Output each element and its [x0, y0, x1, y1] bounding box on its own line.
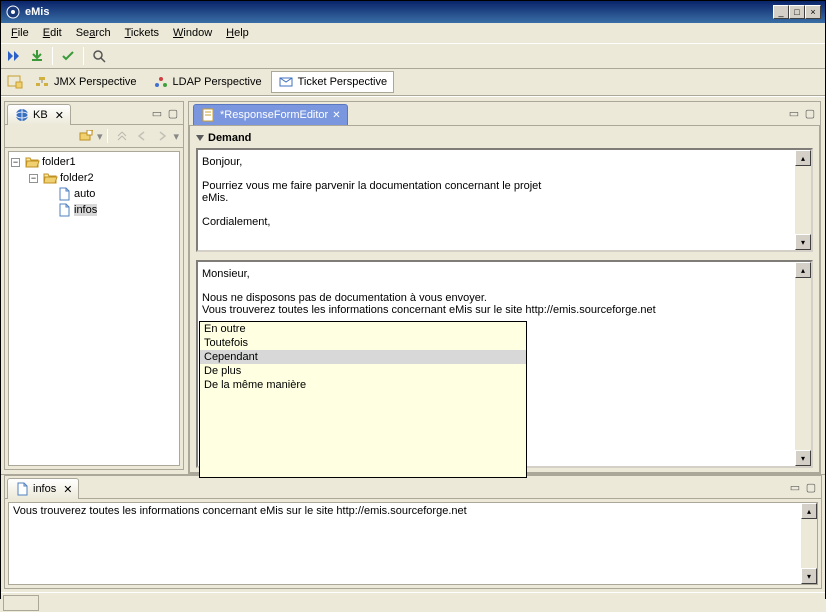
check-icon[interactable] [58, 46, 78, 66]
menu-help[interactable]: Help [220, 25, 255, 41]
perspective-bar: JMX Perspective LDAP Perspective Ticket … [1, 69, 825, 96]
menu-file[interactable]: File [5, 25, 35, 41]
menu-edit[interactable]: Edit [37, 25, 68, 41]
menu-search[interactable]: Search [70, 25, 117, 41]
maximize-button[interactable]: □ [789, 5, 805, 19]
maximize-view-icon[interactable]: ▢ [803, 480, 819, 494]
scroll-down-icon[interactable]: ▾ [801, 568, 817, 584]
fast-forward-icon[interactable] [5, 46, 25, 66]
perspective-ticket[interactable]: Ticket Perspective [271, 71, 394, 93]
section-demand[interactable]: Demand [196, 132, 813, 144]
tree-label: folder2 [60, 172, 94, 184]
perspective-ldap[interactable]: LDAP Perspective [146, 71, 269, 93]
tree-node-folder2[interactable]: − folder2 [9, 170, 179, 186]
demand-textbox[interactable]: Bonjour, Pourriez vous me faire parvenir… [196, 148, 813, 252]
close-icon[interactable]: ✕ [332, 110, 340, 121]
main-toolbar [1, 44, 825, 69]
suggestion-item[interactable]: De la même manière [200, 378, 526, 392]
scrollbar[interactable]: ▴ ▾ [801, 503, 817, 584]
window-title: eMis [25, 6, 773, 18]
jmx-icon [34, 74, 50, 90]
chevron-down-icon [196, 135, 204, 141]
menu-tickets[interactable]: Tickets [119, 25, 165, 41]
editor-tab-responseform[interactable]: *ResponseFormEditor ✕ [193, 104, 348, 126]
response-text: Monsieur, Nous ne disposons pas de docum… [198, 262, 811, 322]
scroll-up-icon[interactable]: ▴ [795, 150, 811, 166]
minimize-editor-icon[interactable]: ▭ [786, 107, 802, 121]
tree-label: folder1 [42, 156, 76, 168]
perspective-label: LDAP Perspective [173, 76, 262, 88]
scroll-up-icon[interactable]: ▴ [801, 503, 817, 519]
tree-label: auto [74, 188, 95, 200]
suggestion-rlitem[interactable]: De plus [200, 364, 526, 378]
collapse-all-icon[interactable] [113, 127, 131, 145]
infos-view: infos ✕ ▭ ▢ Vous trouverez toutes les in… [4, 475, 822, 589]
back-icon[interactable] [133, 127, 151, 145]
section-title: Demand [208, 132, 251, 144]
content-assist-popup[interactable]: En outre Toutefois Cependant De plus De … [199, 321, 527, 478]
infos-textbox[interactable]: Vous trouverez toutes les informations c… [8, 502, 818, 585]
infos-tab[interactable]: infos ✕ [7, 478, 79, 499]
infos-text: Vous trouverez toutes les informations c… [13, 505, 467, 517]
expand-icon[interactable]: − [29, 174, 38, 183]
kb-toolbar: + ▾ ▾ [5, 125, 183, 148]
folder-open-icon [42, 170, 58, 186]
svg-text:+: + [89, 130, 93, 137]
ldap-icon [153, 74, 169, 90]
file-icon [56, 202, 72, 218]
scroll-down-icon[interactable]: ▾ [795, 234, 811, 250]
minimize-view-icon[interactable]: ▭ [787, 480, 803, 494]
maximize-view-icon[interactable]: ▢ [165, 106, 181, 120]
ticket-icon [278, 74, 294, 90]
minimize-view-icon[interactable]: ▭ [149, 106, 165, 120]
suggestion-item[interactable]: Toutefois [200, 336, 526, 350]
maximize-editor-icon[interactable]: ▢ [802, 107, 818, 121]
menu-bar: File Edit Search Tickets Window Help [1, 23, 825, 44]
infos-tab-label: infos [33, 483, 56, 495]
open-perspective-icon[interactable] [5, 72, 25, 92]
demand-text: Bonjour, Pourriez vous me faire parvenir… [198, 150, 811, 234]
kb-tree[interactable]: − folder1 − folder2 auto [8, 151, 180, 466]
expand-icon[interactable]: − [11, 158, 20, 167]
search-icon[interactable] [89, 46, 109, 66]
editor-tab-label: *ResponseFormEditor [220, 109, 328, 121]
kb-tab[interactable]: KB ✕ [7, 104, 71, 125]
tree-node-auto[interactable]: auto [9, 186, 179, 202]
scrollbar[interactable]: ▴ ▾ [795, 150, 811, 250]
suggestion-item[interactable]: En outre [200, 322, 526, 336]
close-button[interactable]: × [805, 5, 821, 19]
app-icon [5, 4, 21, 20]
suggestion-item[interactable]: Cependant [200, 350, 526, 364]
perspective-label: JMX Perspective [54, 76, 137, 88]
forward-icon[interactable] [153, 127, 171, 145]
menu-window[interactable]: Window [167, 25, 218, 41]
file-icon [56, 186, 72, 202]
minimize-button[interactable]: _ [773, 5, 789, 19]
kb-tab-label: KB [33, 109, 48, 121]
scrollbar[interactable]: ▴ ▾ [795, 262, 811, 466]
file-icon [14, 481, 30, 497]
close-icon[interactable]: ✕ [55, 109, 64, 122]
perspective-label: Ticket Perspective [298, 76, 387, 88]
folder-open-icon [24, 154, 40, 170]
tree-node-folder1[interactable]: − folder1 [9, 154, 179, 170]
status-cell [3, 595, 39, 611]
download-icon[interactable] [27, 46, 47, 66]
scroll-up-icon[interactable]: ▴ [795, 262, 811, 278]
form-icon [200, 107, 216, 123]
tree-label: infos [74, 204, 97, 216]
kb-view: KB ✕ ▭ ▢ + ▾ ▾ − [4, 101, 184, 470]
status-bar [1, 592, 825, 612]
title-bar: eMis _ □ × [1, 1, 825, 23]
tree-node-infos[interactable]: infos [9, 202, 179, 218]
new-folder-icon[interactable]: + [77, 127, 95, 145]
scroll-down-icon[interactable]: ▾ [795, 450, 811, 466]
perspective-jmx[interactable]: JMX Perspective [27, 71, 144, 93]
close-icon[interactable]: ✕ [63, 483, 72, 496]
globe-icon [14, 107, 30, 123]
